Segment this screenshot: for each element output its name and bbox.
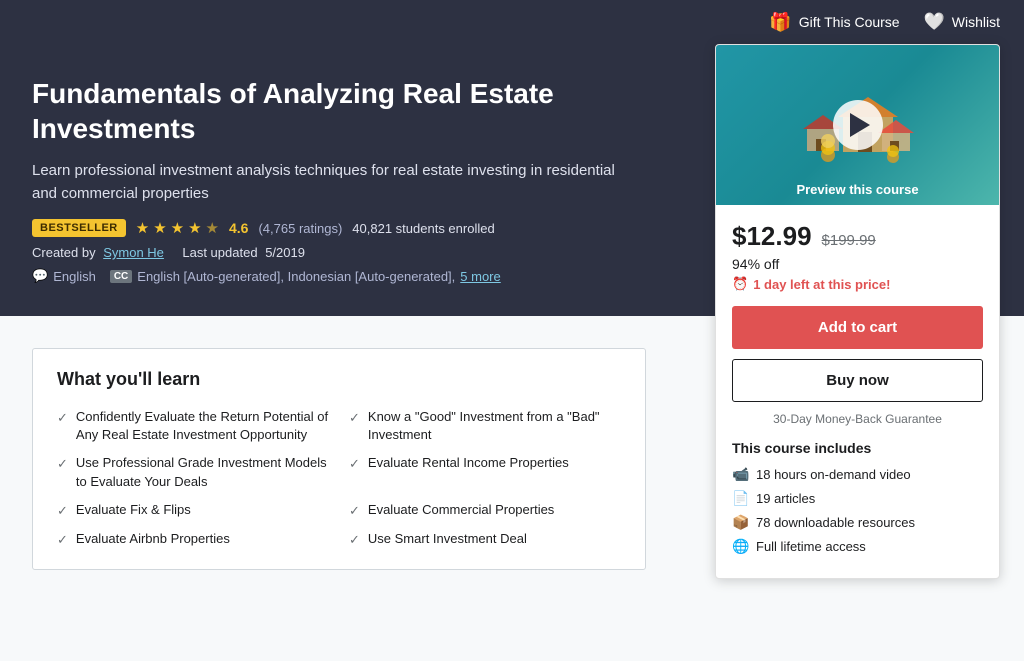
star-1: ★ <box>136 219 149 237</box>
updated-label: Last updated <box>182 245 257 260</box>
download-icon: 📦 <box>732 514 748 531</box>
language-text: English <box>53 269 96 284</box>
learn-item-text: Evaluate Airbnb Properties <box>76 530 230 548</box>
created-by-label: Created by <box>32 245 96 260</box>
course-includes-title: This course includes <box>732 440 983 456</box>
check-icon: ✓ <box>349 531 360 549</box>
language-item: 💬 English <box>32 268 96 284</box>
course-title: Fundamentals of Analyzing Real Estate In… <box>32 76 702 146</box>
cc-badge: CC <box>110 270 132 283</box>
star-half: ★ <box>206 219 219 237</box>
price-row: $12.99 $199.99 <box>732 221 983 252</box>
captions-text: English [Auto-generated], Indonesian [Au… <box>137 269 455 284</box>
wishlist-label: Wishlist <box>952 14 1000 30</box>
star-2: ★ <box>153 219 166 237</box>
add-to-cart-button[interactable]: Add to cart <box>732 306 983 349</box>
author-name[interactable]: Symon He <box>103 245 164 260</box>
list-item: ✓ Evaluate Airbnb Properties <box>57 530 329 549</box>
list-item: ✓ Know a "Good" Investment from a "Bad" … <box>349 408 621 444</box>
gift-label: Gift This Course <box>799 14 900 30</box>
learn-item-text: Know a "Good" Investment from a "Bad" In… <box>368 408 621 444</box>
list-item: 📹 18 hours on-demand video <box>732 466 983 483</box>
badges-row: BESTSELLER ★ ★ ★ ★ ★ 4.6 (4,765 ratings)… <box>32 219 702 237</box>
list-item: ✓ Use Smart Investment Deal <box>349 530 621 549</box>
check-icon: ✓ <box>57 502 68 520</box>
main-content: What you'll learn ✓ Confidently Evaluate… <box>0 316 670 626</box>
learn-item-text: Evaluate Commercial Properties <box>368 501 554 519</box>
learn-grid: ✓ Confidently Evaluate the Return Potent… <box>57 408 621 549</box>
meta-row: Created by Symon He Last updated 5/2019 <box>32 245 702 260</box>
urgency-text: 1 day left at this price! <box>753 277 890 292</box>
article-icon: 📄 <box>732 490 748 507</box>
rating-value: 4.6 <box>229 220 248 236</box>
clock-icon: ⏰ <box>732 276 748 292</box>
star-4: ★ <box>188 219 201 237</box>
more-link[interactable]: 5 more <box>460 269 500 284</box>
guarantee-text: 30-Day Money-Back Guarantee <box>732 412 983 426</box>
includes-resources-text: 78 downloadable resources <box>756 515 915 530</box>
globe-icon: 🌐 <box>732 538 748 555</box>
list-item: ✓ Use Professional Grade Investment Mode… <box>57 454 329 490</box>
students-count: 40,821 students enrolled <box>352 221 494 236</box>
learn-item-text: Evaluate Rental Income Properties <box>368 454 569 472</box>
learn-box: What you'll learn ✓ Confidently Evaluate… <box>32 348 646 570</box>
rating-count: (4,765 ratings) <box>258 221 342 236</box>
list-item: 📦 78 downloadable resources <box>732 514 983 531</box>
hero-section: Fundamentals of Analyzing Real Estate In… <box>0 44 1024 316</box>
buy-now-button[interactable]: Buy now <box>732 359 983 402</box>
includes-access-text: Full lifetime access <box>756 539 866 554</box>
list-item: ✓ Evaluate Rental Income Properties <box>349 454 621 490</box>
learn-item-text: Evaluate Fix & Flips <box>76 501 191 519</box>
preview-thumb[interactable]: Preview this course <box>716 45 999 205</box>
check-icon: ✓ <box>349 409 360 427</box>
price-original: $199.99 <box>822 232 876 249</box>
check-icon: ✓ <box>349 502 360 520</box>
lang-row: 💬 English CC English [Auto-generated], I… <box>32 268 702 284</box>
course-subtitle: Learn professional investment analysis t… <box>32 160 632 205</box>
star-3: ★ <box>171 219 184 237</box>
check-icon: ✓ <box>349 455 360 473</box>
captions-item: CC English [Auto-generated], Indonesian … <box>110 269 501 284</box>
discount-row: 94% off <box>732 256 983 272</box>
list-item: 📄 19 articles <box>732 490 983 507</box>
gift-icon: 🎁 <box>769 12 791 33</box>
learn-item-text: Use Professional Grade Investment Models… <box>76 454 329 490</box>
gift-course-button[interactable]: 🎁 Gift This Course <box>769 12 899 33</box>
list-item: ✓ Evaluate Commercial Properties <box>349 501 621 520</box>
video-icon: 📹 <box>732 466 748 483</box>
wishlist-button[interactable]: 🤍 Wishlist <box>924 12 1000 32</box>
play-triangle <box>850 113 870 137</box>
preview-label: Preview this course <box>716 182 999 197</box>
learn-title: What you'll learn <box>57 369 621 390</box>
learn-item-text: Use Smart Investment Deal <box>368 530 527 548</box>
list-item: 🌐 Full lifetime access <box>732 538 983 555</box>
includes-list: 📹 18 hours on-demand video 📄 19 articles… <box>732 466 983 555</box>
card-body: $12.99 $199.99 94% off ⏰ 1 day left at t… <box>716 205 999 578</box>
speech-bubble-icon: 💬 <box>32 268 48 284</box>
header-bar: 🎁 Gift This Course 🤍 Wishlist <box>0 0 1024 44</box>
urgency-row: ⏰ 1 day left at this price! <box>732 276 983 292</box>
list-item: ✓ Confidently Evaluate the Return Potent… <box>57 408 329 444</box>
check-icon: ✓ <box>57 531 68 549</box>
learn-item-text: Confidently Evaluate the Return Potentia… <box>76 408 329 444</box>
price-current: $12.99 <box>732 221 812 252</box>
includes-articles-text: 19 articles <box>756 491 815 506</box>
sidebar-card: Preview this course $12.99 $199.99 94% o… <box>715 44 1000 579</box>
list-item: ✓ Evaluate Fix & Flips <box>57 501 329 520</box>
updated-date: 5/2019 <box>265 245 305 260</box>
stars-row: ★ ★ ★ ★ ★ <box>136 219 219 237</box>
check-icon: ✓ <box>57 455 68 473</box>
bestseller-badge: BESTSELLER <box>32 219 126 237</box>
includes-video-text: 18 hours on-demand video <box>756 467 911 482</box>
play-button[interactable] <box>833 100 883 150</box>
check-icon: ✓ <box>57 409 68 427</box>
heart-icon: 🤍 <box>924 12 945 32</box>
hero-content: Fundamentals of Analyzing Real Estate In… <box>32 76 702 284</box>
